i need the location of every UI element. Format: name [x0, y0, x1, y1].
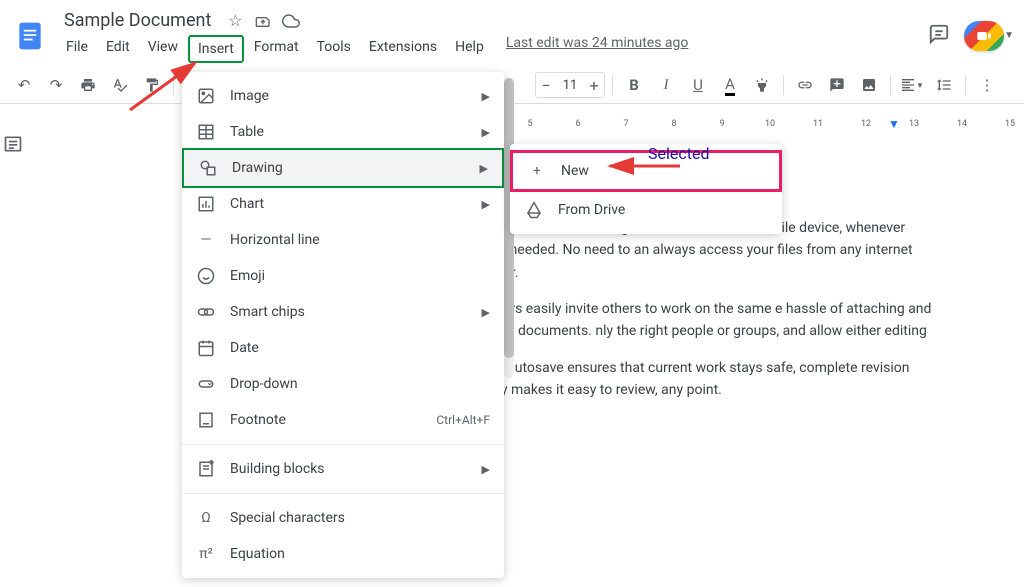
drawing-submenu: + New From Drive	[510, 144, 782, 234]
hline-icon: —	[196, 230, 216, 250]
last-edit-link[interactable]: Last edit was 24 minutes ago	[506, 35, 689, 63]
insert-dropdown-item[interactable]: Drop-down	[182, 366, 504, 402]
comment-history-icon[interactable]	[928, 23, 950, 49]
chevron-right-icon: ▶	[482, 198, 490, 211]
table-icon	[196, 122, 216, 142]
insert-special-chars-item[interactable]: Ω Special characters	[182, 500, 504, 536]
insert-building-blocks-item[interactable]: + Building blocks ▶	[182, 451, 504, 487]
insert-footnote-item[interactable]: Footnote Ctrl+Alt+F	[182, 402, 504, 438]
insert-drawing-item[interactable]: Drawing ▶	[182, 148, 504, 188]
menu-view[interactable]: View	[140, 35, 186, 63]
insert-equation-item[interactable]: π² Equation	[182, 536, 504, 572]
insert-hline-item[interactable]: — Horizontal line	[182, 222, 504, 258]
menu-divider	[182, 444, 504, 445]
insert-date-item[interactable]: Date	[182, 330, 504, 366]
drawing-from-drive-item[interactable]: From Drive	[510, 192, 782, 228]
menu-help[interactable]: Help	[447, 35, 492, 63]
font-size-input[interactable]	[556, 78, 584, 93]
redo-button[interactable]: ↷	[42, 71, 70, 99]
text-color-button[interactable]: A	[716, 71, 744, 99]
italic-button[interactable]: I	[652, 71, 680, 99]
line-spacing-button[interactable]	[930, 71, 958, 99]
insert-image-item[interactable]: Image ▶	[182, 78, 504, 114]
date-icon	[196, 338, 216, 358]
more-button[interactable]: ⋮	[973, 71, 1001, 99]
menu-edit[interactable]: Edit	[98, 35, 138, 63]
star-icon[interactable]: ☆	[225, 11, 245, 31]
insert-smart-chips-item[interactable]: Smart chips ▶	[182, 294, 504, 330]
outline-toggle-icon[interactable]	[3, 134, 23, 581]
align-button[interactable]: ▼	[898, 71, 926, 99]
smart-chips-icon	[196, 302, 216, 322]
move-icon[interactable]	[253, 11, 273, 31]
building-blocks-icon: +	[196, 459, 216, 479]
drawing-icon	[198, 158, 218, 178]
menu-extensions[interactable]: Extensions	[361, 35, 445, 63]
insert-image-button[interactable]	[855, 71, 883, 99]
chevron-right-icon: ▶	[482, 306, 490, 319]
menu-tools[interactable]: Tools	[309, 35, 359, 63]
special-chars-icon: Ω	[196, 508, 216, 528]
paint-format-button[interactable]	[138, 71, 166, 99]
cloud-status-icon[interactable]	[281, 11, 301, 31]
footnote-icon	[196, 410, 216, 430]
bold-button[interactable]: B	[620, 71, 648, 99]
undo-button[interactable]: ↶	[10, 71, 38, 99]
menu-insert[interactable]: Insert	[188, 35, 244, 63]
equation-icon: π²	[196, 544, 216, 564]
menu-file[interactable]: File	[58, 35, 96, 63]
insert-table-item[interactable]: Table ▶	[182, 114, 504, 150]
chevron-right-icon: ▶	[482, 90, 490, 103]
insert-emoji-item[interactable]: Emoji	[182, 258, 504, 294]
emoji-icon	[196, 266, 216, 286]
document-title[interactable]: Sample Document	[58, 8, 217, 33]
docs-logo-icon[interactable]	[12, 18, 48, 54]
insert-dropdown-menu: Image ▶ Table ▶ Drawing ▶ Chart ▶ — Hori…	[182, 72, 504, 578]
drawing-new-item[interactable]: + New	[510, 150, 782, 192]
annotation-selected-label: Selected	[648, 144, 709, 163]
insert-link-button[interactable]	[791, 71, 819, 99]
font-size-control[interactable]: − +	[535, 72, 605, 98]
menu-divider	[182, 493, 504, 494]
font-size-decrease[interactable]: −	[536, 73, 556, 97]
drive-icon	[524, 200, 544, 220]
dropdown-icon	[196, 374, 216, 394]
chevron-right-icon: ▶	[482, 463, 490, 476]
print-button[interactable]	[74, 71, 102, 99]
underline-button[interactable]: U	[684, 71, 712, 99]
insert-chart-item[interactable]: Chart ▶	[182, 186, 504, 222]
spellcheck-button[interactable]	[106, 71, 134, 99]
svg-text:+: +	[210, 460, 214, 467]
menu-format[interactable]: Format	[246, 35, 307, 63]
font-size-increase[interactable]: +	[584, 73, 604, 97]
chevron-right-icon: ▶	[480, 162, 488, 175]
add-comment-button[interactable]	[823, 71, 851, 99]
chart-icon	[196, 194, 216, 214]
plus-icon: +	[527, 161, 547, 181]
chevron-right-icon: ▶	[482, 126, 490, 139]
image-icon	[196, 86, 216, 106]
highlight-button[interactable]	[748, 71, 776, 99]
meet-button[interactable]: ▼	[964, 21, 1004, 51]
